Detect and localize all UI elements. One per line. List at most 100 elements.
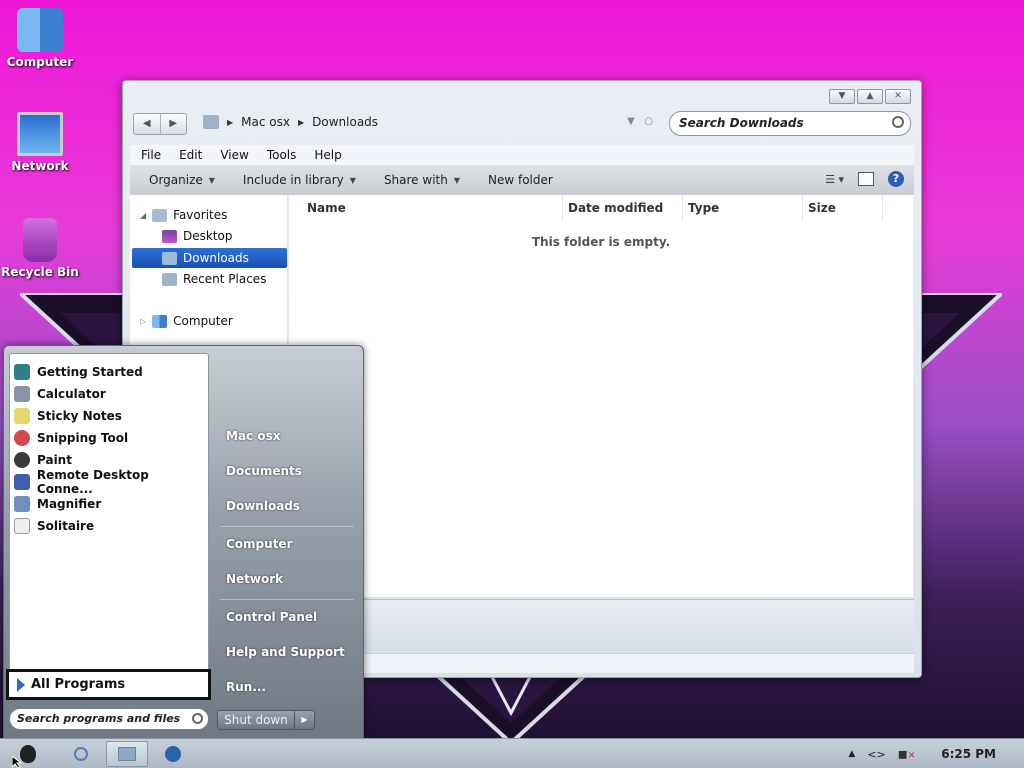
- taskbar: ▲ <> ◼✕ 6:25 PM: [0, 738, 1024, 768]
- computer-icon: [152, 314, 168, 328]
- search-icon: [192, 713, 203, 724]
- desktop-icon-network[interactable]: Network: [0, 112, 80, 173]
- favorites-folder-icon: [152, 208, 168, 222]
- remote-desktop-icon: [14, 474, 30, 490]
- taskbar-quicktime-button[interactable]: [158, 741, 188, 767]
- file-list[interactable]: Name Date modified Type Size This folder…: [289, 195, 913, 597]
- programs-list: Getting Started Calculator Sticky Notes …: [9, 353, 209, 671]
- program-sticky-notes[interactable]: Sticky Notes: [14, 406, 122, 426]
- empty-folder-message: This folder is empty.: [531, 235, 671, 249]
- preview-pane-icon[interactable]: [858, 172, 874, 186]
- menu-help[interactable]: Help: [314, 148, 341, 162]
- forward-button[interactable]: ▶: [161, 114, 187, 134]
- help-icon[interactable]: ?: [888, 171, 904, 187]
- minimize-button[interactable]: ▼: [829, 89, 855, 104]
- program-getting-started[interactable]: Getting Started: [14, 362, 143, 382]
- start-item-computer[interactable]: Computer: [226, 537, 292, 551]
- show-hidden-icons-icon[interactable]: ▲: [848, 749, 855, 759]
- getting-started-icon: [14, 364, 30, 380]
- breadcrumb-item[interactable]: Mac osx: [241, 115, 290, 129]
- share-label: Share with: [383, 173, 448, 187]
- calculator-icon: [14, 386, 30, 402]
- search-icon: [892, 116, 904, 128]
- desktop-icon-recycle-bin[interactable]: Recycle Bin: [0, 218, 80, 279]
- menu-view[interactable]: View: [220, 148, 248, 162]
- taskbar-explorer-button[interactable]: [106, 741, 148, 767]
- program-label: Sticky Notes: [37, 409, 122, 423]
- start-item-run[interactable]: Run...: [226, 680, 266, 694]
- window-controls: ▼ ▲ ✕: [829, 89, 911, 104]
- desktop-icon-label: Computer: [6, 55, 74, 69]
- address-controls[interactable]: ▼ ○: [627, 116, 653, 127]
- column-size[interactable]: Size: [803, 195, 883, 221]
- shutdown-button[interactable]: Shut down: [217, 710, 295, 730]
- program-calculator[interactable]: Calculator: [14, 384, 106, 404]
- include-label: Include in library: [242, 173, 344, 187]
- chevron-down-icon: ▼: [349, 175, 356, 185]
- start-item-downloads[interactable]: Downloads: [226, 499, 300, 513]
- program-snipping-tool[interactable]: Snipping Tool: [14, 428, 128, 448]
- program-label: Calculator: [37, 387, 106, 401]
- share-with-button[interactable]: Share with ▼: [384, 173, 460, 187]
- start-item-help-support[interactable]: Help and Support: [226, 645, 345, 659]
- separator: [220, 526, 354, 527]
- navigation-bar: ◀ ▶ ▶ Mac osx ▶ Downloads ▼ ○ Search Dow…: [133, 111, 911, 137]
- start-item-network[interactable]: Network: [226, 572, 283, 586]
- volume-muted-icon[interactable]: ◼✕: [898, 747, 916, 761]
- menu-tools[interactable]: Tools: [267, 148, 297, 162]
- menu-file[interactable]: File: [141, 148, 161, 162]
- mouse-cursor-icon: [12, 756, 22, 768]
- network-icon[interactable]: <>: [867, 748, 885, 761]
- chevron-right-icon: ▶: [227, 117, 234, 127]
- expand-arrow-icon: ◢: [140, 210, 147, 220]
- organize-label: Organize: [149, 173, 203, 187]
- view-options-icon[interactable]: ☰ ▾: [825, 173, 844, 186]
- menu-edit[interactable]: Edit: [179, 148, 202, 162]
- taskbar-ie-button[interactable]: [66, 741, 96, 767]
- start-item-user-folder[interactable]: Mac osx: [226, 429, 280, 443]
- nav-computer[interactable]: ▷ Computer: [140, 311, 233, 331]
- new-folder-button[interactable]: New folder: [488, 173, 553, 187]
- search-placeholder: Search Downloads: [679, 116, 804, 130]
- program-remote-desktop[interactable]: Remote Desktop Conne...: [14, 468, 208, 496]
- apple-icon: [20, 745, 36, 763]
- monitor-icon: [17, 112, 63, 156]
- column-type[interactable]: Type: [683, 195, 803, 221]
- nav-desktop[interactable]: Desktop: [162, 226, 233, 246]
- program-magnifier[interactable]: Magnifier: [14, 494, 101, 514]
- back-button[interactable]: ◀: [134, 114, 161, 134]
- start-item-documents[interactable]: Documents: [226, 464, 302, 478]
- desktop-icon-label: Recycle Bin: [1, 265, 79, 279]
- quicktime-icon: [165, 746, 181, 762]
- browser-icon: [74, 747, 88, 761]
- start-search-placeholder: Search programs and files: [17, 712, 181, 725]
- desktop-folder-icon: [162, 229, 177, 243]
- start-item-control-panel[interactable]: Control Panel: [226, 610, 317, 624]
- maximize-button[interactable]: ▲: [857, 89, 883, 104]
- history-buttons: ◀ ▶: [133, 113, 187, 135]
- clock[interactable]: 6:25 PM: [941, 747, 996, 761]
- nav-favorites[interactable]: ◢ Favorites: [140, 205, 227, 225]
- shutdown-options-button[interactable]: ▶: [295, 710, 315, 730]
- nav-label: Downloads: [183, 251, 249, 265]
- nav-label: Desktop: [183, 229, 233, 243]
- sticky-notes-icon: [14, 408, 30, 424]
- program-label: Magnifier: [37, 497, 102, 511]
- shutdown-control: Shut down ▶: [217, 710, 315, 730]
- nav-recent-places[interactable]: Recent Places: [162, 269, 266, 289]
- all-programs-button[interactable]: All Programs: [6, 669, 211, 700]
- breadcrumb-item[interactable]: Downloads: [312, 115, 378, 129]
- start-search-input[interactable]: Search programs and files: [9, 708, 209, 730]
- program-paint[interactable]: Paint: [14, 450, 72, 470]
- nav-downloads[interactable]: Downloads: [132, 248, 287, 268]
- search-input[interactable]: Search Downloads: [669, 111, 911, 136]
- close-button[interactable]: ✕: [885, 89, 911, 104]
- desktop-icon-computer[interactable]: Computer: [0, 8, 80, 69]
- folder-icon: [203, 115, 219, 129]
- view-controls: ☰ ▾ ?: [825, 171, 904, 187]
- column-name[interactable]: Name: [289, 195, 563, 221]
- include-in-library-button[interactable]: Include in library ▼: [243, 173, 356, 187]
- program-solitaire[interactable]: Solitaire: [14, 516, 94, 536]
- column-date-modified[interactable]: Date modified: [563, 195, 683, 221]
- organize-button[interactable]: Organize ▼: [149, 173, 215, 187]
